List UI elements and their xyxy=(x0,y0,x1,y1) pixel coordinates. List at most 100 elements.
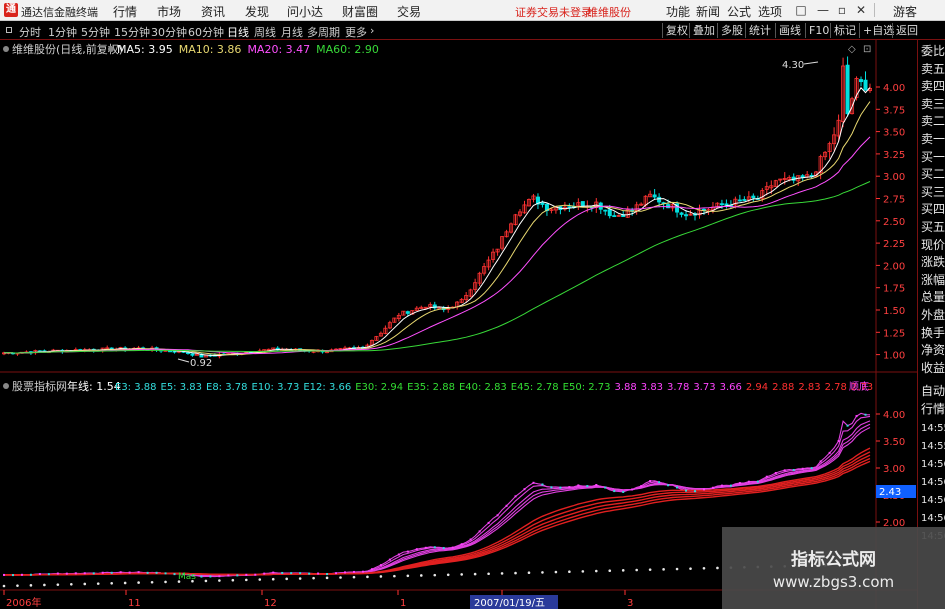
menu-trade[interactable]: 交易 xyxy=(397,3,421,20)
candle-body xyxy=(684,214,689,217)
current-value-text: 2.43 xyxy=(879,487,901,498)
signal-dot xyxy=(550,486,553,489)
btn-statistics[interactable]: 统计 xyxy=(745,23,774,38)
btn-multi-stock[interactable]: 多股 xyxy=(717,23,746,38)
price-tick-label: 2.25 xyxy=(883,239,905,250)
year-line-dot xyxy=(137,581,140,584)
candle-body xyxy=(652,194,657,198)
label-10: 3.88 xyxy=(615,382,637,393)
period-timeshare[interactable]: 分时 xyxy=(19,24,41,40)
period-checkbox-icon[interactable] xyxy=(6,27,12,33)
signal-dot xyxy=(47,573,50,576)
period-weekly[interactable]: 周线 xyxy=(254,24,276,40)
signal-dot xyxy=(146,571,149,574)
menu-market[interactable]: 市场 xyxy=(157,3,181,20)
indicator-axis: 4.003.503.002.502.00 xyxy=(876,410,905,529)
signal-dot xyxy=(801,467,804,470)
maximize-icon[interactable]: ▫ xyxy=(834,3,850,17)
main-chart-settings-icon[interactable] xyxy=(3,46,9,52)
signal-dot xyxy=(640,485,643,488)
tool-formula[interactable]: 公式 xyxy=(727,3,751,20)
info-field-4: 卖二 xyxy=(921,114,945,129)
chart-area[interactable]: 维维股份(日线,前复权) MA5: 3.95 MA10: 3.86 MA20: 3.… xyxy=(0,40,917,609)
close-icon[interactable]: ✕ xyxy=(853,3,869,17)
signal-dot xyxy=(74,572,77,575)
period-15min[interactable]: 15分钟 xyxy=(114,24,150,40)
year-line-dot xyxy=(406,574,410,578)
price-tick-label: 2.50 xyxy=(883,217,905,228)
tool-news[interactable]: 新闻 xyxy=(696,3,720,20)
year-line-dot xyxy=(258,578,262,581)
signal-dot xyxy=(218,575,221,578)
year-line-dot xyxy=(56,583,60,586)
candle-body xyxy=(719,203,724,206)
ema-labels: E3: 3.88 E5: 3.83 E8: 3.78 E10: 3.73 E12: 3.… xyxy=(115,382,873,393)
signal-dot xyxy=(406,550,409,553)
info-mode-1[interactable]: 行情 xyxy=(921,402,945,416)
btn-mark[interactable]: 标记 xyxy=(830,23,859,38)
signal-dot xyxy=(29,573,32,576)
signal-dot xyxy=(613,490,616,493)
period-30min[interactable]: 30分钟 xyxy=(151,24,187,40)
skin-icon[interactable]: □ xyxy=(793,3,809,17)
pane-maximize-icon[interactable]: ⊡ xyxy=(863,44,871,55)
period-60min[interactable]: 60分钟 xyxy=(188,24,224,40)
year-line-dot xyxy=(150,580,154,584)
signal-dot xyxy=(317,572,320,575)
period-monthly[interactable]: 月线 xyxy=(281,24,303,40)
menu-quotes[interactable]: 行情 xyxy=(113,3,137,20)
btn-restore-rights[interactable]: 复权 xyxy=(662,23,691,38)
minimize-icon[interactable]: — xyxy=(815,3,831,17)
signal-dot xyxy=(487,521,490,524)
period-more-arrow-icon[interactable]: › xyxy=(370,24,374,37)
period-multi[interactable]: 多周期 xyxy=(307,24,340,40)
trade-time-4: 14:56 xyxy=(921,495,945,506)
signal-dot xyxy=(649,480,652,483)
btn-overlay[interactable]: 叠加 xyxy=(689,23,718,38)
candle-body xyxy=(190,353,195,356)
label-7: E40: 2.83 xyxy=(459,382,507,393)
year-line-dot xyxy=(621,569,625,572)
signal-dot xyxy=(101,571,104,574)
menu-ask[interactable]: 问小达 xyxy=(287,3,323,20)
period-more[interactable]: 更多 xyxy=(345,24,367,40)
btn-f10[interactable]: F10 xyxy=(805,23,832,38)
signal-dot xyxy=(209,575,212,578)
btn-back[interactable]: 返回 xyxy=(892,23,921,38)
watermark-box: 指标公式网 www.zbgs3.com xyxy=(722,527,945,609)
candle-body xyxy=(607,209,612,217)
kline-chart-svg[interactable]: 维维股份(日线,前复权) MA5: 3.95 MA10: 3.86 MA20: 3.… xyxy=(0,40,917,609)
date-tick-label: 1 xyxy=(400,598,406,609)
stock-link[interactable]: 维维股份 xyxy=(587,4,631,20)
signal-dot xyxy=(92,572,95,575)
menu-wealth[interactable]: 财富圈 xyxy=(342,3,378,20)
signal-dot xyxy=(783,469,786,472)
price-tick-label: 2.75 xyxy=(883,195,905,206)
tool-options[interactable]: 选项 xyxy=(758,3,782,20)
btn-draw[interactable]: 画线 xyxy=(775,23,804,38)
period-5min[interactable]: 5分钟 xyxy=(81,24,110,40)
signal-dot xyxy=(254,573,257,576)
guest-user[interactable]: 游客 xyxy=(893,3,917,20)
signal-dot xyxy=(415,548,418,551)
trade-time-5: 14:56 xyxy=(921,513,945,524)
pane-diamond-icon[interactable]: ◇ xyxy=(848,44,856,55)
period-1min[interactable]: 1分钟 xyxy=(48,24,77,40)
indicator-title: 股票指标网 xyxy=(12,379,67,393)
info-mode-0[interactable]: 自动 xyxy=(921,384,945,398)
signal-dot xyxy=(3,573,5,576)
title-bar: 通 通达信金融终端 行情 市场 资讯 发现 问小达 财富圈 交易 证券交易未登录… xyxy=(0,0,945,21)
indicator-settings-icon[interactable] xyxy=(3,383,9,389)
ma-settings-icon[interactable] xyxy=(108,46,114,52)
signal-dot xyxy=(738,482,741,485)
candle-body xyxy=(185,352,190,354)
period-daily[interactable]: 日线 xyxy=(227,24,249,40)
year-line-dot xyxy=(16,584,19,587)
menu-discover[interactable]: 发现 xyxy=(245,3,269,20)
signal-dot xyxy=(810,467,813,470)
signal-dot xyxy=(631,488,634,491)
year-line-dot xyxy=(554,570,558,574)
tool-function[interactable]: 功能 xyxy=(666,3,690,20)
menu-news[interactable]: 资讯 xyxy=(201,3,225,20)
login-notice[interactable]: 证券交易未登录 xyxy=(515,4,592,20)
